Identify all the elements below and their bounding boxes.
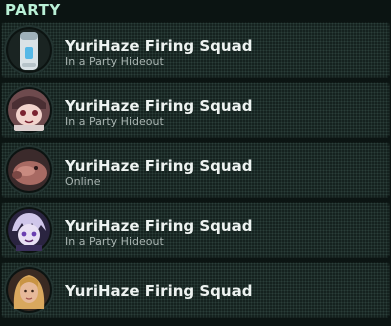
- member-status: Online: [65, 175, 101, 188]
- member-name: YuriHaze Firing Squad: [65, 37, 253, 55]
- member-status: In a Party Hideout: [65, 115, 164, 128]
- party-member-row[interactable]: YuriHaze Firing Squad In a Party Hideout: [1, 202, 390, 258]
- member-name: YuriHaze Firing Squad: [65, 282, 253, 300]
- member-avatar[interactable]: [4, 265, 54, 315]
- anime-character-avatar-icon: [8, 89, 50, 131]
- member-name: YuriHaze Firing Squad: [65, 157, 253, 175]
- vape-device-avatar-icon: [8, 29, 50, 71]
- party-member-row[interactable]: YuriHaze Firing Squad In a Party Hideout: [1, 82, 390, 138]
- blonde-portrait-avatar-icon: [8, 269, 50, 311]
- member-avatar[interactable]: [4, 85, 54, 135]
- member-status: In a Party Hideout: [65, 55, 164, 68]
- party-section-title: PARTY: [5, 1, 61, 19]
- party-member-row[interactable]: YuriHaze Firing Squad In a Party Hideout: [1, 22, 390, 78]
- member-name: YuriHaze Firing Squad: [65, 97, 253, 115]
- party-member-row[interactable]: YuriHaze Firing Squad Online: [1, 142, 390, 198]
- member-status: In a Party Hideout: [65, 235, 164, 248]
- member-avatar[interactable]: [4, 205, 54, 255]
- member-name: YuriHaze Firing Squad: [65, 217, 253, 235]
- member-avatar[interactable]: [4, 25, 54, 75]
- creature-avatar-icon: [8, 149, 50, 191]
- member-avatar[interactable]: [4, 145, 54, 195]
- purple-anime-avatar-icon: [8, 209, 50, 251]
- party-member-row[interactable]: YuriHaze Firing Squad: [1, 262, 390, 318]
